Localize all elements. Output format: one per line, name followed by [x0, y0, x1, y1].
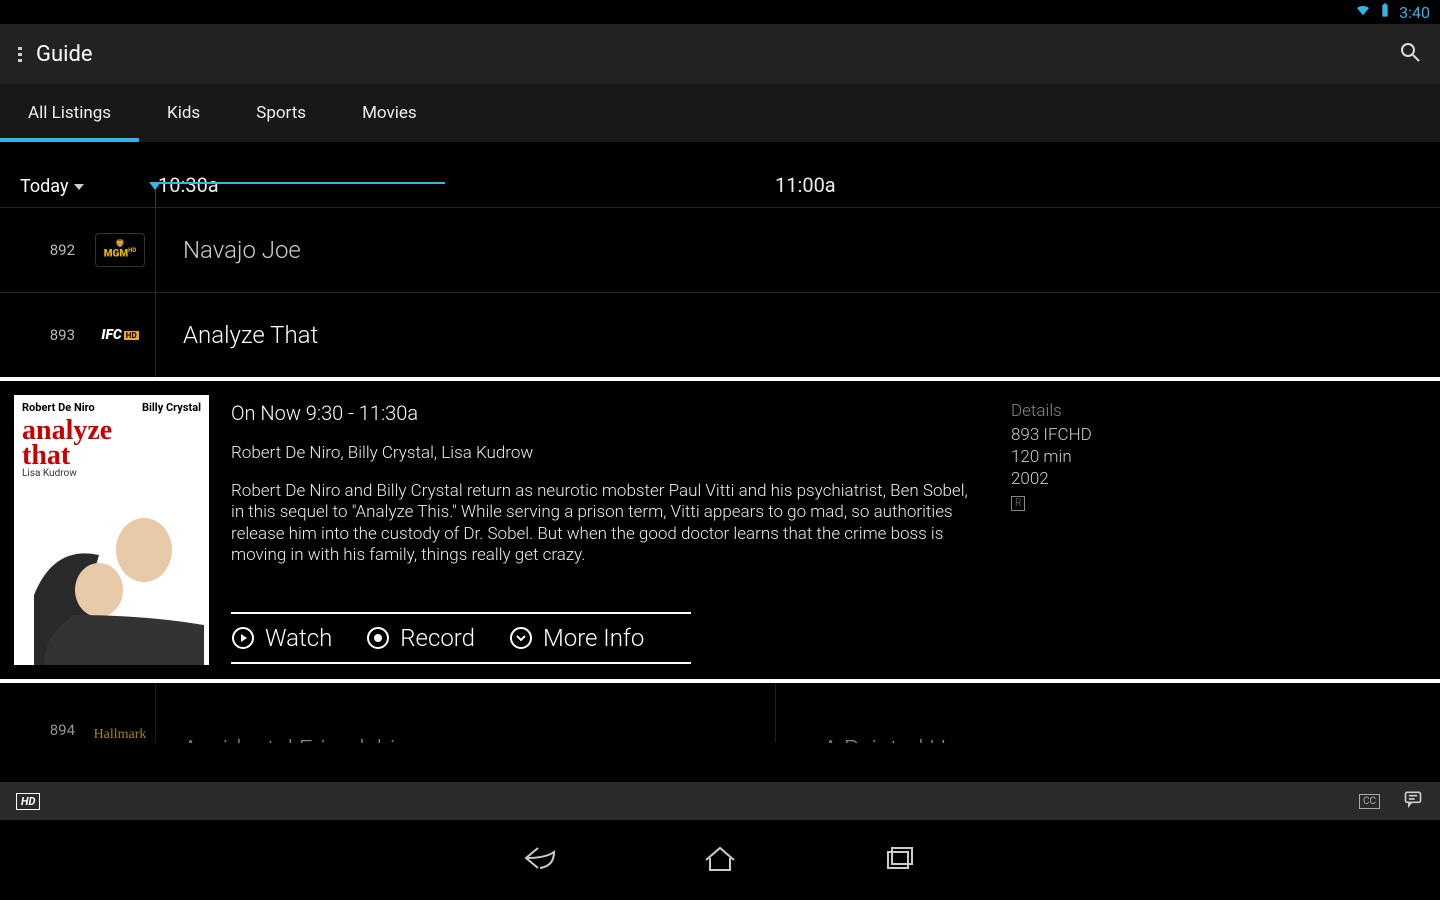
android-status-bar: 3:40 — [0, 0, 1440, 24]
on-now-time: On Now 9:30 - 11:30a — [231, 401, 971, 425]
home-icon[interactable] — [700, 842, 740, 878]
tab-sports[interactable]: Sports — [228, 84, 334, 142]
filter-tabs: All Listings Kids Sports Movies — [0, 84, 1440, 142]
android-nav-bar — [0, 820, 1440, 900]
channel-logo-ifc: IFC HD — [85, 318, 155, 352]
program-description: Robert De Niro and Billy Crystal return … — [231, 481, 971, 566]
wifi-icon — [1355, 2, 1371, 22]
battery-icon — [1377, 2, 1393, 22]
watch-button[interactable]: Watch — [231, 624, 332, 652]
record-icon — [366, 626, 390, 650]
recents-icon[interactable] — [880, 842, 920, 878]
poster-name-right: Billy Crystal — [142, 401, 201, 414]
tab-movies[interactable]: Movies — [334, 84, 445, 142]
play-icon — [231, 626, 255, 650]
search-icon[interactable] — [1398, 40, 1422, 68]
page-title: Guide — [36, 42, 93, 67]
channel-row-893[interactable]: 893 IFC HD Analyze That — [0, 292, 1440, 377]
back-icon[interactable] — [520, 842, 560, 878]
program-cast: Robert De Niro, Billy Crystal, Lisa Kudr… — [231, 443, 971, 463]
time-slot-1: 10:30a — [158, 173, 219, 197]
day-selector[interactable]: Today — [0, 176, 155, 197]
poster-sub: Lisa Kudrow — [14, 468, 209, 479]
channel-number: 892 — [0, 241, 85, 259]
tab-kids[interactable]: Kids — [139, 84, 228, 142]
details-header: Details — [1011, 401, 1211, 421]
chat-icon[interactable] — [1402, 789, 1424, 813]
program-a-painted-house[interactable]: A Painted House — [795, 735, 997, 743]
tab-all-listings[interactable]: All Listings — [0, 84, 139, 142]
day-label: Today — [20, 176, 68, 197]
time-slot-2: 11:00a — [775, 173, 836, 197]
program-navajo-joe[interactable]: Navajo Joe — [155, 208, 1440, 292]
poster-art — [34, 495, 204, 665]
channel-row-892[interactable]: 892 🦁 MGMHD Navajo Joe — [0, 207, 1440, 292]
program-detail-panel: Robert De Niro Billy Crystal analyzethat… — [0, 377, 1440, 683]
chevron-down-icon — [74, 184, 84, 190]
program-analyze-that[interactable]: Analyze That — [155, 293, 1440, 377]
time-header: Today 10:30a 11:00a — [0, 142, 1440, 207]
channel-logo-mgm: 🦁 MGMHD — [85, 233, 155, 267]
program-accidental-friendship[interactable]: Accidental Friendship — [155, 735, 755, 743]
drawer-icon[interactable] — [18, 47, 22, 62]
poster-name-left: Robert De Niro — [22, 401, 95, 414]
details-channel: 893 IFCHD — [1011, 425, 1211, 445]
bottom-dock: HD CC — [0, 782, 1440, 820]
record-button[interactable]: Record — [366, 624, 475, 652]
channel-row-894[interactable]: 894 Hallmark Accidental Friendship A Pai… — [0, 683, 1440, 743]
details-runtime: 120 min — [1011, 447, 1211, 467]
chevron-down-circle-icon — [509, 626, 533, 650]
program-details-side: Details 893 IFCHD 120 min 2002 R — [1011, 401, 1211, 665]
cc-badge[interactable]: CC — [1359, 794, 1380, 809]
channel-number: 893 — [0, 326, 85, 344]
status-clock: 3:40 — [1399, 3, 1430, 22]
hd-badge: HD — [16, 793, 40, 810]
details-year: 2002 — [1011, 469, 1211, 489]
channel-number: 894 — [0, 721, 85, 743]
action-bar: Guide — [0, 24, 1440, 84]
channel-logo-hallmark: Hallmark — [85, 727, 155, 743]
action-row: Watch Record More Info — [231, 612, 691, 664]
program-poster: Robert De Niro Billy Crystal analyzethat… — [14, 395, 209, 665]
more-info-button[interactable]: More Info — [509, 624, 644, 652]
details-rating: R — [1011, 496, 1025, 511]
